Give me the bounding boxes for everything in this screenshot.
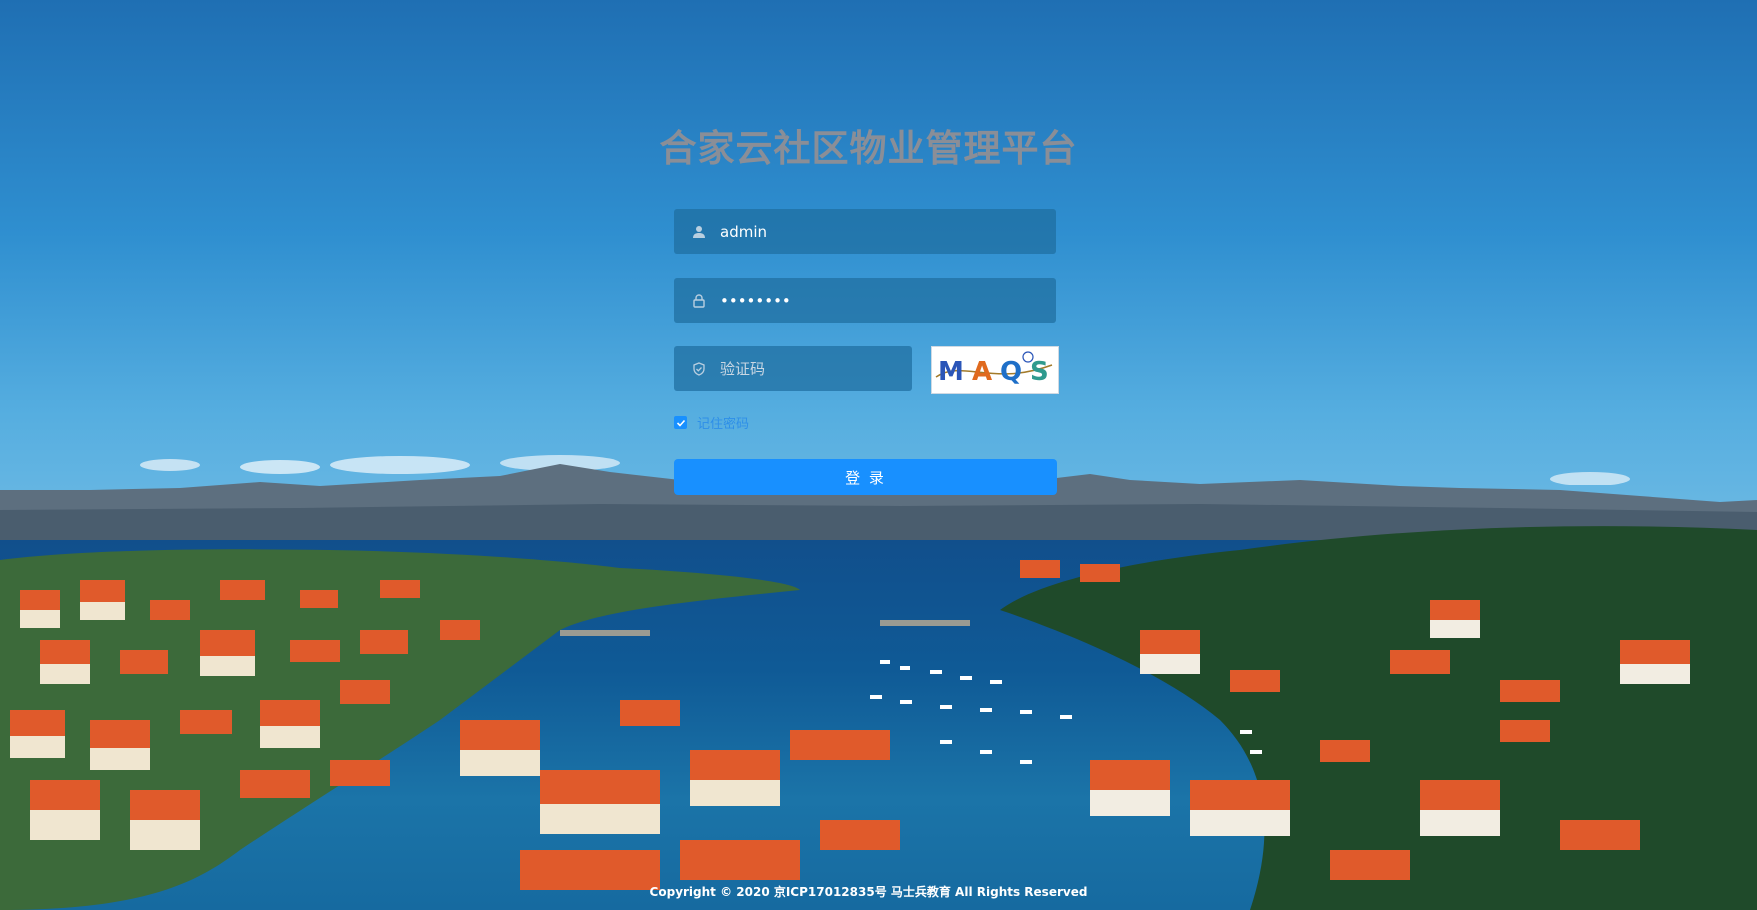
captcha-image[interactable]: M A Q S: [931, 346, 1059, 394]
shield-icon: [684, 346, 714, 391]
svg-text:A: A: [972, 357, 992, 387]
captcha-field[interactable]: [674, 346, 912, 391]
password-input[interactable]: [718, 290, 1052, 311]
remember-password[interactable]: 记住密码: [674, 413, 749, 432]
remember-checkbox[interactable]: [674, 416, 687, 429]
login-button[interactable]: 登 录: [674, 459, 1057, 495]
remember-label: 记住密码: [697, 417, 750, 432]
coastal-town: [0, 526, 1757, 910]
svg-text:S: S: [1030, 357, 1049, 387]
check-icon: [676, 419, 685, 427]
username-input[interactable]: [718, 221, 1052, 242]
lock-icon: [684, 278, 714, 323]
user-icon: [684, 209, 714, 254]
username-field[interactable]: [674, 209, 1056, 254]
captcha-input[interactable]: [718, 358, 912, 379]
password-field[interactable]: [674, 278, 1056, 323]
sky: [0, 0, 1757, 520]
svg-text:Q: Q: [1000, 357, 1022, 387]
page-title: 合家云社区物业管理平台: [659, 127, 1078, 170]
copyright-footer: Copyright © 2020 京ICP17012835号 马士兵教育 All…: [649, 885, 1088, 899]
svg-text:M: M: [938, 357, 964, 387]
